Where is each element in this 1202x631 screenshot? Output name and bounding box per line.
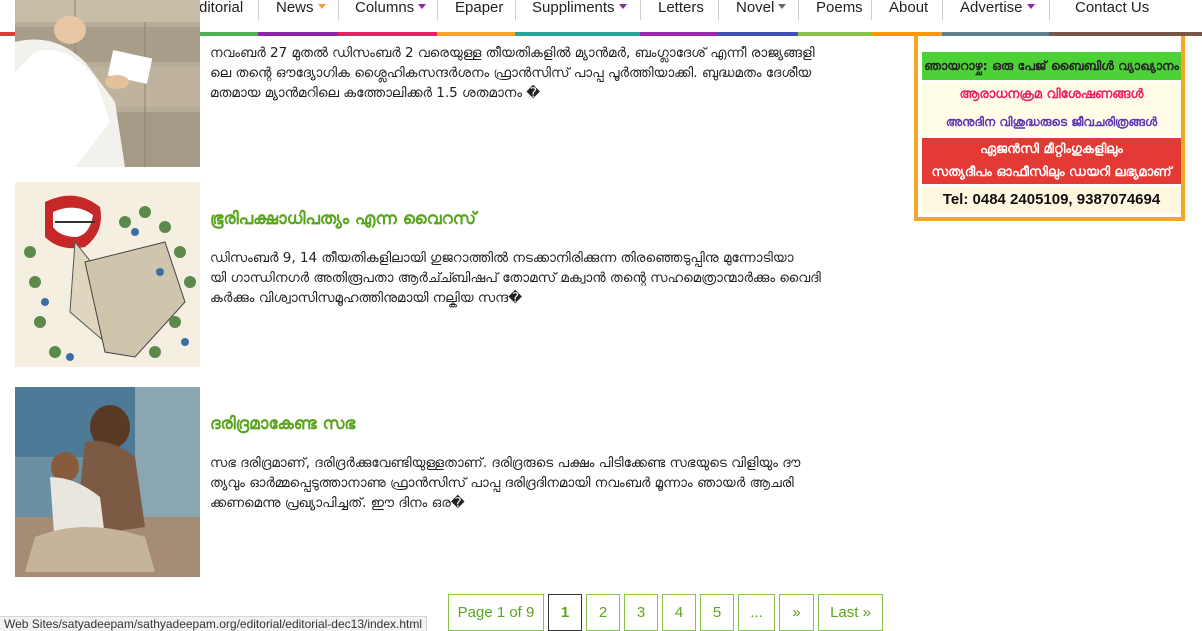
nav-item-label: News xyxy=(276,0,314,16)
nav-item-label: Letters xyxy=(658,0,704,16)
nav-item-letters[interactable]: Letters xyxy=(658,0,704,36)
chevron-down-icon xyxy=(1026,4,1035,9)
nav-color-bar xyxy=(515,32,640,36)
nav-item-label: Contact Us xyxy=(1075,0,1150,16)
nav-separator xyxy=(338,0,339,20)
article-excerpt: നവംബർ 27 മുതൽ ഡിസംബർ 2 വരെയുള്ള തീയതികളി… xyxy=(210,45,815,101)
nav-item-label: Advertise xyxy=(960,0,1023,16)
nav-item-label: Suppliments xyxy=(532,0,615,16)
nav-separator xyxy=(942,0,943,20)
article-title[interactable]: ദരിദ്രമാകേണ്ട സഭ xyxy=(210,414,355,434)
nav-color-bar xyxy=(258,32,338,36)
nav-color-bar xyxy=(338,32,437,36)
chevron-down-icon xyxy=(618,4,627,9)
sidebar-advertisement[interactable]: ഞായറാഴ്ച: ഒരു പേജ് ബൈബിൾ വ്യാഖ്യാനം ആരാധ… xyxy=(914,36,1185,221)
page-ellipsis: ... xyxy=(738,594,775,631)
nav-item-label: Columns xyxy=(355,0,415,16)
nav-item-contact-us[interactable]: Contact Us xyxy=(1075,0,1149,36)
ad-line: ഏജൻസി മീറ്റിംഗുകളിലും xyxy=(922,138,1181,162)
last-page-button[interactable]: Last » xyxy=(818,594,883,631)
article-image-pope-prayer[interactable] xyxy=(15,0,200,167)
article-image-poor-children[interactable] xyxy=(15,387,200,577)
page-5-button[interactable]: 5 xyxy=(700,594,734,631)
nav-separator xyxy=(1049,0,1050,20)
page-3-button[interactable]: 3 xyxy=(624,594,658,631)
nav-item-about[interactable]: About xyxy=(889,0,928,36)
ad-line: ആരാധനക്രമ വിശേഷണങ്ങൾ xyxy=(922,82,1181,108)
nav-separator xyxy=(798,0,799,20)
nav-color-bar xyxy=(640,32,718,36)
nav-item-suppliments[interactable]: Suppliments xyxy=(532,0,627,36)
nav-item-novel[interactable]: Novel xyxy=(736,0,787,36)
article-excerpt: ഡിസംബർ 9, 14 തീയതികളിലായി ഗുജറാത്തിൽ നടക… xyxy=(210,250,821,306)
nav-separator xyxy=(718,0,719,20)
nav-item-epaper[interactable]: Epaper xyxy=(455,0,503,36)
nav-item-label: Novel xyxy=(736,0,775,16)
nav-color-bar xyxy=(718,32,798,36)
nav-item-label: Epaper xyxy=(455,0,504,16)
ad-line: സത്യദീപം ഓഫീസിലും ഡയറി ലഭ്യമാണ് xyxy=(922,162,1181,184)
article-image-virus-cartoon[interactable] xyxy=(15,182,200,367)
article-title[interactable]: ഭൂരിപക്ഷാധിപത്യം എന്ന വൈറസ് xyxy=(210,209,476,229)
next-page-button[interactable]: » xyxy=(779,594,814,631)
article-excerpt: സഭ ദരിദ്രമാണ്, ദരിദ്രർക്കുവേണ്ടിയുള്ളതാണ… xyxy=(210,455,801,511)
ad-phone: Tel: 0484 2405109, 9387074694 xyxy=(922,186,1181,214)
nav-item-poems[interactable]: Poems xyxy=(816,0,863,36)
page-4-button[interactable]: 4 xyxy=(662,594,696,631)
nav-separator xyxy=(640,0,641,20)
page-2-button[interactable]: 2 xyxy=(586,594,620,631)
pagination-summary: Page 1 of 9 xyxy=(448,594,544,631)
ad-line: ഞായറാഴ്ച: ഒരു പേജ് ബൈബിൾ വ്യാഖ്യാനം xyxy=(922,52,1181,80)
chevron-down-icon xyxy=(418,4,427,9)
nav-separator xyxy=(871,0,872,20)
nav-item-label: Poems xyxy=(816,0,863,16)
nav-color-bar xyxy=(437,32,515,36)
nav-color-bar xyxy=(798,32,871,36)
nav-item-news[interactable]: News xyxy=(276,0,326,36)
chevron-down-icon xyxy=(317,4,326,9)
nav-item-label: About xyxy=(889,0,929,16)
nav-separator xyxy=(515,0,516,20)
nav-item-advertise[interactable]: Advertise xyxy=(960,0,1035,36)
nav-separator xyxy=(437,0,438,20)
page-1-button[interactable]: 1 xyxy=(548,594,582,631)
nav-item-columns[interactable]: Columns xyxy=(355,0,427,36)
ad-line: അനുദിന വിശുദ്ധരുടെ ജീവചരിത്രങ്ങൾ xyxy=(922,108,1181,136)
nav-separator xyxy=(258,0,259,20)
browser-status-url: Web Sites/satyadeepam/sathyadeepam.org/e… xyxy=(0,616,428,631)
chevron-down-icon xyxy=(778,4,787,9)
